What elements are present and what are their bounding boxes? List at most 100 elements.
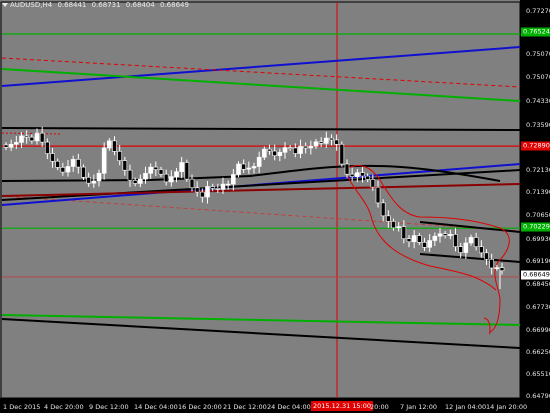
high-value: 0.68731 [91,1,121,9]
candle-body [158,169,164,175]
candle-body [479,246,484,254]
candle-body [489,259,494,269]
candle-body [117,151,122,161]
candle-body [484,252,489,260]
candle-body [189,178,195,189]
price-tick: 0.75070 [526,50,550,58]
candle-body [401,226,407,239]
price-tick: 0.68450 [526,280,550,288]
candle-body [370,179,376,188]
candle-body [417,235,422,243]
candle-body [215,188,221,190]
price-tick: 0.64790 [526,392,550,400]
candle-body [45,141,50,154]
candle-body [81,166,86,178]
time-tick: 20:00 [370,403,389,411]
time-tick: 12 Jan 04:00 [445,403,487,411]
candle-body [60,167,66,173]
candle-body [179,162,184,173]
candle-body [303,145,308,149]
candle-body [76,159,81,168]
chart-canvas[interactable] [0,0,550,413]
candle-body [39,132,45,143]
time-tick: 21 Dec 12:00 [223,403,267,411]
candle-body [360,172,365,177]
candle-body [391,221,396,229]
price-tick: 0.66250 [526,348,550,356]
candle-body [329,137,334,141]
time-tick: 24 Dec 04:00 [267,403,311,411]
candle-body [458,246,463,253]
chart-window[interactable]: AUDUSD,H4 0.68441 0.68731 0.68404 0.6864… [0,0,550,413]
price-tick: 0.66990 [526,326,550,334]
price-tick: 0.69930 [526,235,550,243]
candle-body [411,235,417,243]
candle-body [19,135,24,143]
candle-body [127,169,133,181]
candle-body [70,159,76,167]
candle-body [174,171,179,177]
current-price-tag: 0.68649 [521,270,550,280]
candle-body [194,187,200,193]
candle-body [143,172,148,180]
candle-body [442,233,448,236]
candle-body [107,140,112,149]
candle-body [220,183,226,190]
candle-body [334,139,339,145]
dropdown-triangle-icon[interactable] [2,3,8,7]
candle-body [365,175,370,180]
candle-body [8,143,14,148]
crosshair-time-label: 2015.12.31 15:00 [311,401,374,411]
candle-body [277,151,283,156]
candle-body [231,174,236,185]
candle-body [246,167,252,170]
candle-body [148,166,153,174]
candle-body [293,147,298,154]
candle-body [380,202,386,217]
candle-body [272,150,277,156]
candle-body [153,166,159,170]
candle-body [349,173,355,177]
candle-body [184,162,190,180]
candle-body [463,242,469,253]
candle-body [406,238,412,243]
candle-body [65,166,71,173]
candle-body [453,234,458,247]
close-value: 0.68649 [160,1,189,9]
candle-body [355,172,360,177]
candle-body [251,166,257,169]
candle-body [210,186,215,189]
time-tick: 7 Jan 12:00 [400,403,438,411]
candle-body [344,163,350,175]
candle-body [473,237,479,247]
candle-body [282,147,288,153]
candle-body [122,160,128,171]
time-tick: 4 Dec 20:00 [44,403,84,411]
candle-body [236,163,241,175]
price-tick: 0.75070 [526,73,550,81]
candle-body [256,156,262,167]
price-tag-green: 0.76524 [521,27,550,37]
candle-body [499,267,505,272]
price-tick: 0.71390 [526,188,550,196]
candle-body [3,144,9,148]
candle-body [34,132,40,142]
candle-body [396,226,401,229]
candle-body [241,163,246,170]
price-tick: 0.65510 [526,370,550,378]
candle-body [55,160,60,168]
price-tick: 0.72130 [526,166,550,174]
candle-body [86,176,91,184]
candle-body [267,148,272,152]
candle-body [298,145,303,154]
low-value: 0.68404 [125,1,155,9]
candle-body [14,142,19,145]
time-tick: 9 Dec 12:00 [89,403,129,411]
candle-body [132,180,138,184]
candle-body [96,172,102,182]
candle-body [494,267,500,269]
time-tick: 14 Dec 04:00 [134,403,178,411]
candle-body [200,191,205,198]
candle-body [324,137,329,144]
price-tick: 0.77270 [526,7,550,15]
